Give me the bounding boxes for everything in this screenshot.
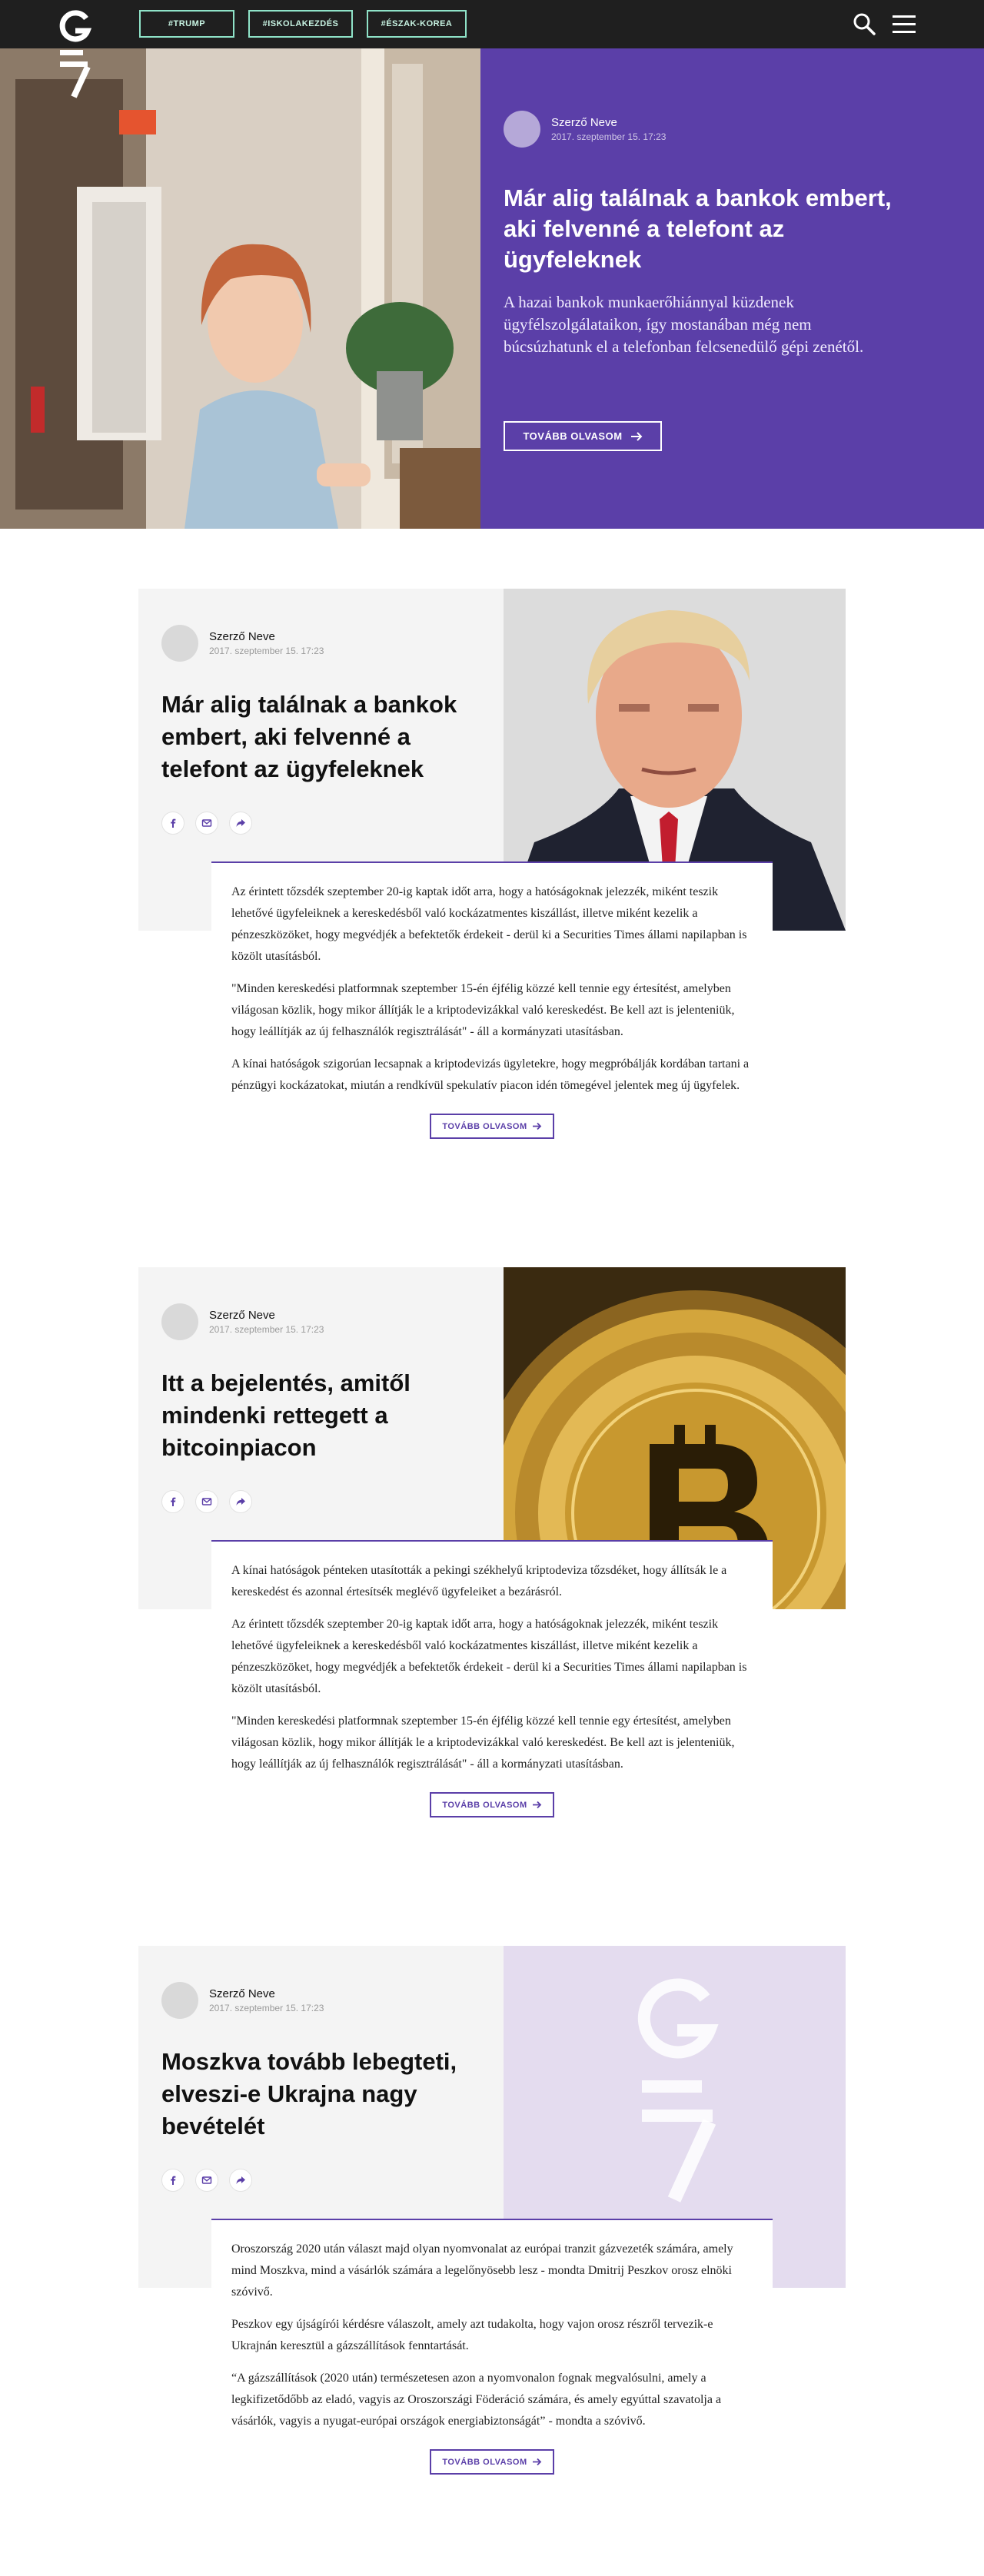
facebook-share-button[interactable] [161, 1490, 184, 1513]
article-title[interactable]: Moszkva tovább lebegteti, elveszi-e Ukra… [161, 2046, 477, 2143]
excerpt-paragraph: A kínai hatóságok pénteken utasították a… [231, 1564, 727, 1598]
facebook-icon [171, 1497, 176, 1506]
excerpt-paragraph: A kínai hatóságok szigorúan lecsapnak a … [231, 1057, 750, 1092]
tag-iskolakezdes[interactable]: #ISKOLAKEZDÉS [248, 10, 353, 38]
share-button[interactable] [229, 812, 252, 835]
hero-panel: Szerző Neve 2017. szeptember 15. 17:23 M… [480, 48, 984, 529]
email-share-button[interactable] [195, 812, 218, 835]
email-icon [201, 1498, 212, 1505]
article-excerpt: Az érintett tőzsdék szeptember 20-ig kap… [211, 861, 773, 1139]
publish-date: 2017. szeptember 15. 17:23 [209, 646, 324, 656]
author-name[interactable]: Szerző Neve [209, 1309, 324, 1322]
share-buttons [161, 2169, 252, 2192]
article-card: Szerző Neve 2017. szeptember 15. 17:23 I… [0, 1267, 984, 1886]
hamburger-menu-icon[interactable] [892, 13, 916, 36]
hero-image[interactable] [0, 48, 480, 529]
hero-read-more-button[interactable]: TOVÁBB OLVASOM [504, 421, 662, 451]
read-more-label: TOVÁBB OLVASOM [442, 2457, 527, 2467]
arrow-right-icon [630, 431, 642, 441]
avatar[interactable] [504, 111, 540, 148]
email-share-button[interactable] [195, 2169, 218, 2192]
read-more-button[interactable]: TOVÁBB OLVASOM [430, 1114, 554, 1139]
excerpt-paragraph: Az érintett tőzsdék szeptember 20-ig kap… [231, 885, 747, 963]
hero-title[interactable]: Már alig találnak a bankok embert, aki f… [504, 183, 919, 275]
facebook-icon [171, 818, 176, 828]
avatar[interactable] [161, 625, 198, 662]
read-more-label: TOVÁBB OLVASOM [523, 430, 623, 442]
article-author: Szerző Neve 2017. szeptember 15. 17:23 [161, 625, 324, 662]
excerpt-paragraph: “A gázszállítások (2020 után) természete… [231, 2372, 722, 2428]
arrow-right-icon [532, 1122, 541, 1130]
publish-date: 2017. szeptember 15. 17:23 [209, 1324, 324, 1335]
article-title[interactable]: Már alig találnak a bankok embert, aki f… [161, 689, 477, 785]
top-navigation: #TRUMP #ISKOLAKEZDÉS #ÉSZAK-KOREA [0, 0, 984, 98]
article-author: Szerző Neve 2017. szeptember 15. 17:23 [161, 1982, 324, 2019]
article-title[interactable]: Itt a bejelentés, amitől mindenki retteg… [161, 1367, 477, 1464]
share-icon [236, 2176, 245, 2184]
publish-date: 2017. szeptember 15. 17:23 [551, 131, 667, 142]
facebook-icon [171, 2176, 176, 2185]
excerpt-paragraph: "Minden kereskedési platformnak szeptemb… [231, 982, 735, 1038]
search-icon[interactable] [852, 12, 876, 36]
article-card: Szerző Neve 2017. szeptember 15. 17:23 M… [0, 589, 984, 1207]
share-button[interactable] [229, 2169, 252, 2192]
email-share-button[interactable] [195, 1490, 218, 1513]
hero-author: Szerző Neve 2017. szeptember 15. 17:23 [504, 111, 666, 148]
author-name[interactable]: Szerző Neve [551, 116, 666, 129]
article-excerpt: Oroszország 2020 után választ majd olyan… [211, 2219, 773, 2475]
share-icon [236, 819, 245, 827]
tag-eszak-korea[interactable]: #ÉSZAK-KOREA [367, 10, 467, 38]
arrow-right-icon [532, 1801, 541, 1809]
read-more-label: TOVÁBB OLVASOM [442, 1800, 527, 1810]
g7-logo[interactable] [57, 8, 92, 100]
share-button[interactable] [229, 1490, 252, 1513]
hero-article: Szerző Neve 2017. szeptember 15. 17:23 M… [0, 48, 984, 529]
share-buttons [161, 1490, 252, 1513]
excerpt-paragraph: Az érintett tőzsdék szeptember 20-ig kap… [231, 1618, 747, 1695]
read-more-button[interactable]: TOVÁBB OLVASOM [430, 2449, 554, 2475]
author-name[interactable]: Szerző Neve [209, 1987, 324, 2000]
article-card: Szerző Neve 2017. szeptember 15. 17:23 M… [0, 1946, 984, 2576]
facebook-share-button[interactable] [161, 2169, 184, 2192]
share-buttons [161, 812, 252, 835]
facebook-share-button[interactable] [161, 812, 184, 835]
article-excerpt: A kínai hatóságok pénteken utasították a… [211, 1540, 773, 1817]
excerpt-paragraph: Peszkov egy újságírói kérdésre válaszolt… [231, 2318, 713, 2352]
trending-tags: #TRUMP #ISKOLAKEZDÉS #ÉSZAK-KOREA [139, 10, 467, 38]
arrow-right-icon [532, 2458, 541, 2466]
share-icon [236, 1498, 245, 1505]
avatar[interactable] [161, 1982, 198, 2019]
read-more-label: TOVÁBB OLVASOM [442, 1121, 527, 1131]
publish-date: 2017. szeptember 15. 17:23 [209, 2003, 324, 2013]
excerpt-paragraph: "Minden kereskedési platformnak szeptemb… [231, 1715, 735, 1771]
author-name[interactable]: Szerző Neve [209, 630, 324, 643]
read-more-button[interactable]: TOVÁBB OLVASOM [430, 1792, 554, 1817]
article-author: Szerző Neve 2017. szeptember 15. 17:23 [161, 1303, 324, 1340]
tag-trump[interactable]: #TRUMP [139, 10, 234, 38]
excerpt-paragraph: Oroszország 2020 után választ majd olyan… [231, 2242, 733, 2299]
hero-lead: A hazai bankok munkaerőhiánnyal küzdenek… [504, 293, 864, 356]
email-icon [201, 819, 212, 827]
email-icon [201, 2176, 212, 2184]
avatar[interactable] [161, 1303, 198, 1340]
